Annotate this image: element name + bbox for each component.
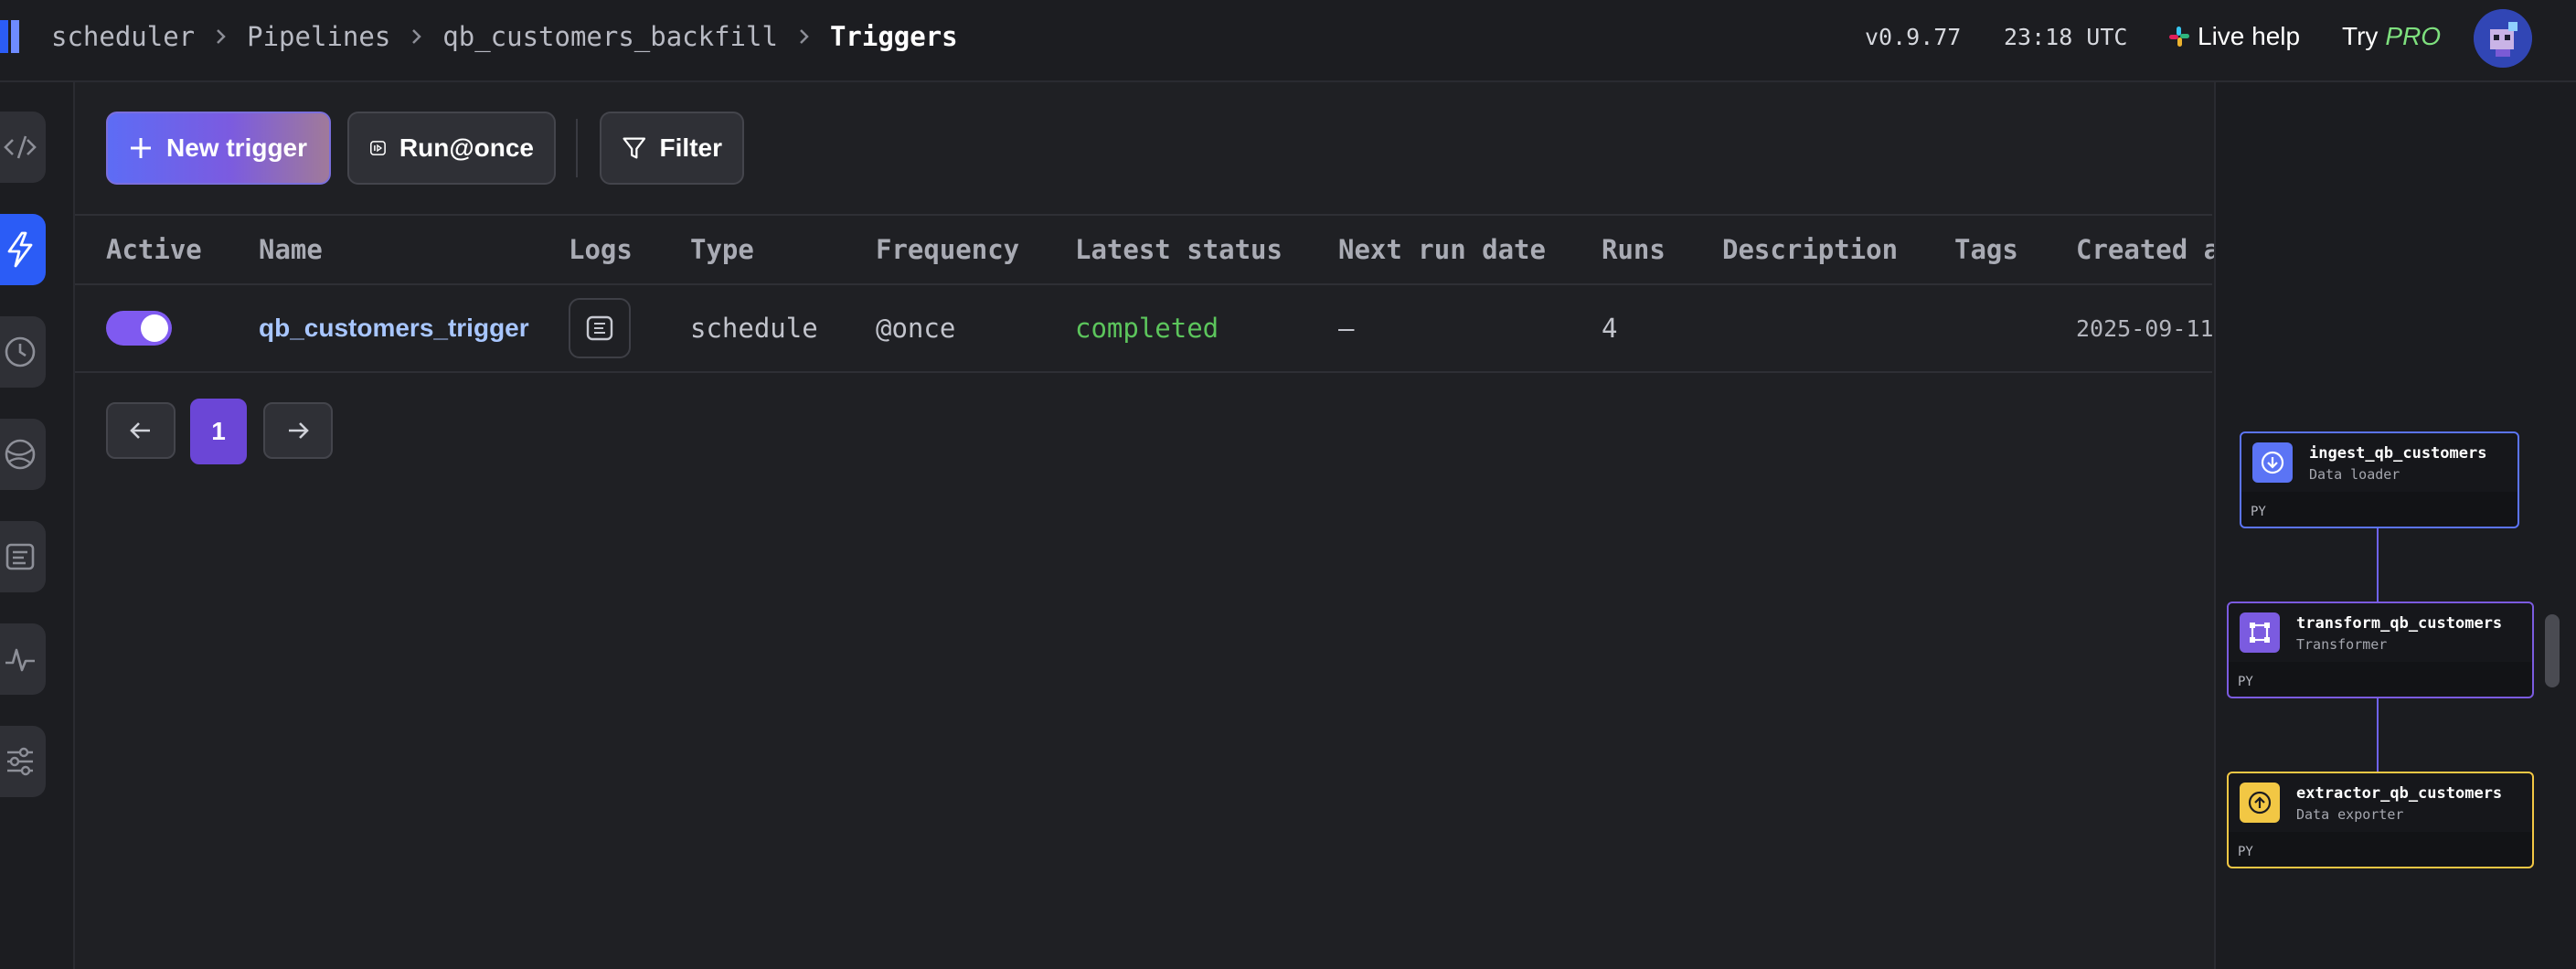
block-language: PY [2251,505,2266,519]
triggers-table: Active Name Logs Type Frequency Latest s… [75,214,2219,373]
sidebar-item-monitor[interactable] [0,623,46,695]
active-toggle[interactable] [106,285,172,371]
runs-count[interactable]: 4 [1602,285,1617,371]
run-once-button[interactable]: Run@once [347,112,556,185]
monitor-icon [5,648,35,672]
toggle-switch[interactable] [106,311,172,346]
breadcrumb-pipelines[interactable]: Pipelines [247,21,390,52]
clock-icon [5,336,36,367]
latest-status: completed [1075,313,1219,344]
column-header-tags[interactable]: Tags [1954,216,2018,283]
breadcrumb: scheduler Pipelines qb_customers_backfil… [51,0,958,73]
breadcrumb-pipeline[interactable]: qb_customers_backfill [442,21,778,52]
column-header-type[interactable]: Type [690,216,754,283]
try-label: Try [2342,22,2379,50]
page-button-current[interactable]: 1 [190,399,247,464]
run-once-label: Run@once [399,133,534,162]
chevron-right-icon [412,29,422,44]
sidebar-item-code[interactable] [0,112,46,183]
graph-edge [2377,698,2379,783]
previous-page-button[interactable] [106,402,176,459]
dependency-graph-panel: ingest_qb_customers Data loader PY trans… [2214,82,2576,969]
trigger-frequency: @once [876,313,956,344]
logs-cell [569,285,631,371]
sidebar-item-settings[interactable] [0,726,46,797]
column-header-description[interactable]: Description [1722,216,1898,283]
next-run-date: – [1338,313,1355,344]
sidebar [0,82,75,969]
code-icon [4,135,37,159]
block-language: PY [2238,845,2253,859]
chevron-right-icon [800,29,809,44]
avatar[interactable] [2474,9,2532,68]
block-type: Data loader [2309,466,2400,483]
block-name: extractor_qb_customers [2296,784,2503,803]
block-type: Data exporter [2296,806,2404,823]
arrow-left-icon [130,422,150,439]
data-exporter-icon [2240,783,2280,823]
sidebar-item-triggers[interactable] [0,214,46,285]
logo-icon[interactable] [0,20,20,53]
column-header-logs[interactable]: Logs [569,216,633,283]
block-name: ingest_qb_customers [2309,444,2487,463]
column-header-runs[interactable]: Runs [1602,216,1666,283]
view-logs-button[interactable] [569,298,631,358]
created-at: 2025-09-11 [2076,314,2214,342]
data-loader-icon [2252,442,2293,483]
logs-icon [586,315,613,341]
sidebar-item-logs[interactable] [0,521,46,592]
live-help-link[interactable]: Live help [2168,0,2300,73]
logs-icon [5,543,35,570]
transformer-icon [2240,612,2280,653]
new-trigger-label: New trigger [166,133,308,162]
block-type: Transformer [2296,636,2388,653]
block-name: transform_qb_customers [2296,614,2503,633]
globe-icon [5,439,36,470]
toolbar-divider [576,119,578,177]
chevron-right-icon [217,29,226,44]
filter-icon [623,137,646,159]
arrow-right-icon [289,422,309,439]
clock-label: 23:18 UTC [2004,23,2128,50]
trigger-type: schedule [690,313,818,344]
avatar-image [2474,9,2532,68]
column-header-name[interactable]: Name [259,216,323,283]
block-transform[interactable]: transform_qb_customers Transformer PY [2227,602,2534,698]
block-ingest[interactable]: ingest_qb_customers Data loader PY [2240,431,2519,528]
live-help-label: Live help [2198,22,2301,50]
block-exporter[interactable]: extractor_qb_customers Data exporter PY [2227,772,2534,868]
block-language: PY [2238,675,2253,689]
top-bar: scheduler Pipelines qb_customers_backfil… [0,0,2576,82]
sidebar-item-runs[interactable] [0,316,46,388]
plus-icon [131,138,151,158]
new-trigger-button[interactable]: New trigger [106,112,331,185]
column-header-latest-status[interactable]: Latest status [1075,216,1283,283]
main-content: New trigger Run@once Filter Active Name … [75,82,2219,969]
table-row[interactable]: qb_customers_trigger schedule @once comp… [75,285,2214,373]
slack-icon [2169,27,2189,47]
settings-sliders-icon [7,747,33,776]
run-once-icon [370,141,386,155]
try-pro-link[interactable]: Try PRO [2342,0,2441,73]
lightning-icon [7,231,33,268]
toggle-knob [141,314,168,342]
graph-edge [2377,528,2379,612]
next-page-button[interactable] [263,402,333,459]
trigger-name-link[interactable]: qb_customers_trigger [259,285,529,371]
sidebar-item-backfills[interactable] [0,419,46,490]
panel-scrollbar[interactable] [2543,82,2561,969]
filter-label: Filter [659,133,722,162]
breadcrumb-scheduler[interactable]: scheduler [51,21,195,52]
panel-scrollbar-thumb[interactable] [2545,614,2560,687]
column-header-frequency[interactable]: Frequency [876,216,1019,283]
table-header: Active Name Logs Type Frequency Latest s… [75,214,2219,285]
column-header-next-run-date[interactable]: Next run date [1338,216,1546,283]
breadcrumb-current: Triggers [829,21,958,52]
column-header-created-at[interactable]: Created a [2076,216,2219,283]
column-header-active[interactable]: Active [106,216,202,283]
filter-button[interactable]: Filter [600,112,744,185]
toolbar: New trigger Run@once Filter [75,112,2212,185]
pro-label: PRO [2385,22,2442,50]
version-label: v0.9.77 [1865,23,1962,50]
